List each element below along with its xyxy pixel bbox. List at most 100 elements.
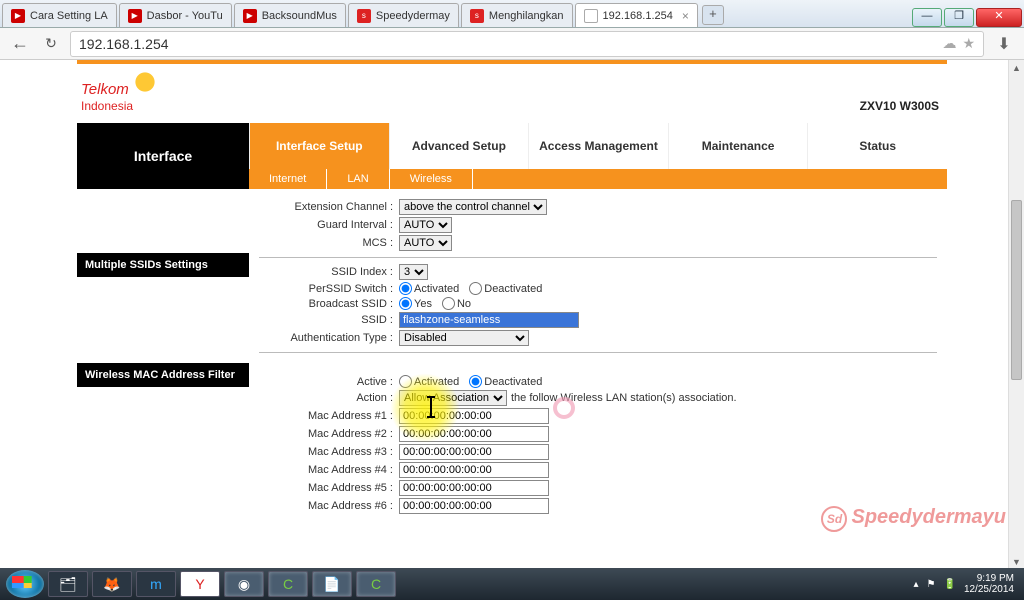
main-nav: Interface Interface Setup Advanced Setup… <box>77 123 947 189</box>
radio-perssid-deactivated[interactable] <box>469 282 482 295</box>
tab-label: Speedydermay <box>376 10 450 22</box>
text-cursor-icon <box>430 397 432 417</box>
label-mac3: Mac Address #3 : <box>259 446 399 458</box>
window-controls: — ❐ ✕ <box>912 5 1024 27</box>
label-guard: Guard Interval : <box>259 219 399 231</box>
radio-broadcast-yes[interactable] <box>399 297 412 310</box>
label-auth: Authentication Type : <box>259 332 399 344</box>
tray-arrow-icon[interactable]: ▴ <box>913 579 918 590</box>
downloads-icon[interactable]: ⬇ <box>992 34 1016 54</box>
scroll-up-icon[interactable]: ▲ <box>1009 60 1024 76</box>
input-mac5[interactable] <box>399 480 549 496</box>
input-mac2[interactable] <box>399 426 549 442</box>
browser-tabstrip: ▶Cara Setting LA ▶Dasbor - YouTu ▶Backso… <box>0 0 1024 28</box>
tab-access-management[interactable]: Access Management <box>528 123 668 169</box>
task-camtasia-rec[interactable]: C <box>356 571 396 597</box>
tab-advanced-setup[interactable]: Advanced Setup <box>389 123 529 169</box>
tab-1[interactable]: ▶Dasbor - YouTu <box>119 3 232 27</box>
section-multiple-ssids: Multiple SSIDs Settings <box>77 253 249 277</box>
tab-3[interactable]: sSpeedydermay <box>348 3 459 27</box>
tray-battery-icon[interactable]: 🔋 <box>943 579 955 590</box>
label-active: Active : <box>259 376 399 388</box>
label-mac5: Mac Address #5 : <box>259 482 399 494</box>
select-ext-channel[interactable]: above the control channel <box>399 199 547 215</box>
label-perssid: PerSSID Switch : <box>259 283 399 295</box>
subtab-lan[interactable]: LAN <box>327 169 389 189</box>
task-firefox[interactable]: 🦊 <box>92 571 132 597</box>
new-tab-button[interactable]: + <box>702 5 724 25</box>
tab-label: Menghilangkan <box>489 10 564 22</box>
nav-section-title: Interface <box>77 123 249 189</box>
reload-button[interactable]: ↻ <box>40 33 62 55</box>
clock-date: 12/25/2014 <box>964 584 1014 595</box>
telkom-logo: Telkom Indonesia <box>77 70 197 113</box>
clock[interactable]: 9:19 PM 12/25/2014 <box>964 573 1018 595</box>
task-maxthon[interactable]: m <box>136 571 176 597</box>
task-camtasia[interactable]: C <box>268 571 308 597</box>
radio-broadcast-no[interactable] <box>442 297 455 310</box>
brand-line2: Indonesia <box>81 99 197 113</box>
brand-line1: Telkom <box>81 81 129 98</box>
radio-active-on[interactable] <box>399 375 412 388</box>
clock-time: 9:19 PM <box>964 573 1014 584</box>
task-explorer[interactable]: 🗂 <box>48 571 88 597</box>
label-mac2: Mac Address #2 : <box>259 428 399 440</box>
select-guard[interactable]: AUTO <box>399 217 452 233</box>
tab-maintenance[interactable]: Maintenance <box>668 123 808 169</box>
label-broadcast: Broadcast SSID : <box>259 298 399 310</box>
input-mac3[interactable] <box>399 444 549 460</box>
maximize-button[interactable]: ❐ <box>944 8 974 27</box>
tab-4[interactable]: sMenghilangkan <box>461 3 573 27</box>
cloud-icon: ☁ <box>942 35 956 52</box>
tab-0[interactable]: ▶Cara Setting LA <box>2 3 117 27</box>
select-mcs[interactable]: AUTO <box>399 235 452 251</box>
label-ext-channel: Extension Channel : <box>259 201 399 213</box>
tab-label: Cara Setting LA <box>30 10 108 22</box>
minimize-button[interactable]: — <box>912 8 942 27</box>
label-action: Action : <box>259 392 399 404</box>
task-chrome[interactable]: ◉ <box>224 571 264 597</box>
scrollbar[interactable]: ▲ ▼ <box>1008 60 1024 570</box>
tab-status[interactable]: Status <box>807 123 947 169</box>
select-ssid-index[interactable]: 3 <box>399 264 428 280</box>
back-button[interactable]: ← <box>8 32 32 56</box>
subtab-wireless[interactable]: Wireless <box>390 169 473 189</box>
tab-2[interactable]: ▶BacksoundMus <box>234 3 346 27</box>
label-ssid: SSID : <box>259 314 399 326</box>
radio-perssid-activated[interactable] <box>399 282 412 295</box>
input-mac1[interactable] <box>399 408 549 424</box>
scroll-thumb[interactable] <box>1011 200 1022 380</box>
close-icon[interactable]: × <box>682 9 689 23</box>
tab-interface-setup[interactable]: Interface Setup <box>249 123 389 169</box>
close-button[interactable]: ✕ <box>976 8 1022 27</box>
task-yandex[interactable]: Y <box>180 571 220 597</box>
url-text: 192.168.1.254 <box>79 36 169 52</box>
address-bar: ← ↻ 192.168.1.254 ☁ ★ ⬇ <box>0 28 1024 60</box>
tray-flag-icon[interactable]: ⚑ <box>927 579 936 590</box>
tab-label: Dasbor - YouTu <box>147 10 223 22</box>
tab-5-active[interactable]: 192.168.1.254 × <box>575 3 698 27</box>
sun-icon <box>133 70 157 94</box>
select-auth[interactable]: Disabled <box>399 330 529 346</box>
label-mac4: Mac Address #4 : <box>259 464 399 476</box>
form-area: Extension Channel : above the control ch… <box>249 189 947 536</box>
label-mac1: Mac Address #1 : <box>259 410 399 422</box>
device-model: ZXV10 W300S <box>860 99 947 113</box>
system-tray[interactable]: ▴ ⚑ 🔋 9:19 PM 12/25/2014 <box>913 573 1018 595</box>
label-mcs: MCS : <box>259 237 399 249</box>
start-button[interactable] <box>6 570 44 598</box>
section-mac-filter: Wireless MAC Address Filter <box>77 363 249 387</box>
subtab-internet[interactable]: Internet <box>249 169 327 189</box>
select-action[interactable]: Allow Association <box>399 390 507 406</box>
taskbar: 🗂 🦊 m Y ◉ C 📄 C ▴ ⚑ 🔋 9:19 PM 12/25/2014 <box>0 568 1024 600</box>
label-ssid-index: SSID Index : <box>259 266 399 278</box>
tab-label: 192.168.1.254 <box>603 10 673 22</box>
radio-active-off[interactable] <box>469 375 482 388</box>
star-icon[interactable]: ★ <box>962 35 975 52</box>
task-notepad[interactable]: 📄 <box>312 571 352 597</box>
input-mac4[interactable] <box>399 462 549 478</box>
url-input[interactable]: 192.168.1.254 ☁ ★ <box>70 31 984 57</box>
action-note: the follow Wireless LAN station(s) assoc… <box>511 392 737 404</box>
input-ssid[interactable] <box>399 312 579 328</box>
input-mac6[interactable] <box>399 498 549 514</box>
